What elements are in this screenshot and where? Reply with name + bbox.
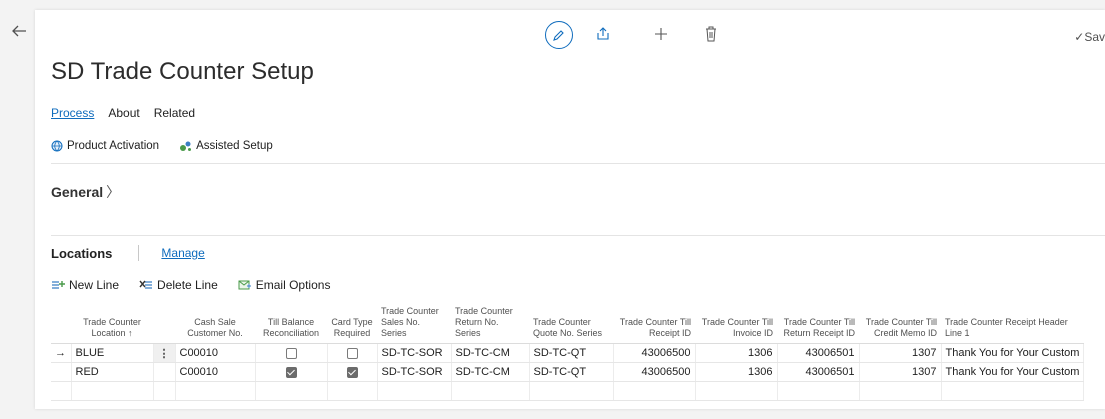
manage-link[interactable]: Manage xyxy=(161,246,204,260)
receipt-id-cell[interactable]: 43006500 xyxy=(613,343,696,363)
delete-line-button[interactable]: Delete Line xyxy=(139,278,218,292)
email-options-icon xyxy=(238,280,251,290)
quote-series-cell[interactable]: SD-TC-QT xyxy=(529,343,614,363)
card-type-checkbox[interactable] xyxy=(327,362,378,382)
saved-status: ✓Sav xyxy=(1074,30,1105,44)
customer-cell[interactable]: C00010 xyxy=(175,362,256,382)
row-menu-icon[interactable]: ⋮ xyxy=(153,343,176,363)
divider xyxy=(51,163,1105,164)
column-header[interactable]: Trade Counter Return No. Series xyxy=(451,306,529,344)
return-receipt-id-cell[interactable]: 43006501 xyxy=(777,343,860,363)
share-icon[interactable] xyxy=(593,24,613,44)
delete-icon[interactable] xyxy=(701,24,721,44)
chevron-right-icon: 〉 xyxy=(106,184,121,200)
general-label: General xyxy=(51,184,104,200)
header-line-cell[interactable]: Thank You for Your Custom xyxy=(941,343,1085,363)
locations-title: Locations xyxy=(51,245,113,261)
invoice-id-cell[interactable]: 1306 xyxy=(695,362,778,382)
tab-related[interactable]: Related xyxy=(154,106,195,120)
assisted-setup-label: Assisted Setup xyxy=(196,140,273,152)
column-header[interactable]: Trade Counter Till Receipt ID xyxy=(613,306,695,344)
column-header[interactable]: Trade Counter Till Invoice ID xyxy=(695,306,777,344)
checkbox-checked xyxy=(346,366,358,378)
column-header[interactable]: Trade Counter Till Credit Memo ID xyxy=(859,306,941,344)
page-card: ✓Sav SD Trade Counter Setup Process Abou… xyxy=(35,10,1105,409)
invoice-id-cell[interactable]: 1306 xyxy=(695,343,778,363)
new-line-icon xyxy=(52,281,65,289)
locations-header: Locations Manage xyxy=(51,245,205,261)
return-series-cell[interactable]: SD-TC-CM xyxy=(451,343,530,363)
checkbox-checked xyxy=(285,366,297,378)
action-tabs: Process About Related xyxy=(51,106,195,120)
divider xyxy=(51,235,1105,236)
sales-series-cell[interactable]: SD-TC-SOR xyxy=(377,362,452,382)
page-title: SD Trade Counter Setup xyxy=(51,58,314,85)
tab-process[interactable]: Process xyxy=(51,106,94,120)
back-arrow-icon[interactable] xyxy=(8,22,30,44)
email-options-button[interactable]: Email Options xyxy=(238,278,331,292)
delete-line-icon xyxy=(139,280,153,289)
column-header[interactable]: Till Balance Reconciliation xyxy=(255,306,327,344)
wand-icon xyxy=(180,141,192,151)
row-marker-icon xyxy=(51,362,72,382)
column-header[interactable]: Trade Counter Quote No. Series xyxy=(529,306,613,344)
return-series-cell[interactable]: SD-TC-CM xyxy=(451,362,530,382)
globe-icon xyxy=(51,140,63,152)
column-header[interactable]: Cash Sale Customer No. xyxy=(175,306,255,344)
email-options-label: Email Options xyxy=(255,278,331,292)
checkbox-unchecked xyxy=(346,347,358,359)
column-header[interactable]: Trade Counter Location ↑ xyxy=(71,306,153,344)
tab-about[interactable]: About xyxy=(108,106,139,120)
location-cell[interactable]: RED xyxy=(71,362,154,382)
quote-series-cell[interactable]: SD-TC-QT xyxy=(529,362,614,382)
action-bar: Product Activation Assisted Setup xyxy=(51,140,273,152)
locations-action-bar: New Line Delete Line Email Options xyxy=(51,278,330,292)
column-header[interactable]: Trade Counter Sales No. Series xyxy=(377,306,451,344)
till-balance-checkbox[interactable] xyxy=(255,362,328,382)
product-activation-label: Product Activation xyxy=(67,140,160,152)
column-header[interactable]: Trade Counter Receipt Header Line 1 xyxy=(941,306,1084,344)
new-line-button[interactable]: New Line xyxy=(51,278,119,292)
sales-series-cell[interactable]: SD-TC-SOR xyxy=(377,343,452,363)
table-header-row: Trade Counter Location ↑ Cash Sale Custo… xyxy=(51,306,1084,344)
column-header[interactable]: Card Type Required xyxy=(327,306,377,344)
table-row[interactable]: → BLUE ⋮ C00010 SD-TC-SOR SD-TC-CM SD-TC… xyxy=(51,343,1085,363)
table-row[interactable]: RED C00010 SD-TC-SOR SD-TC-CM SD-TC-QT 4… xyxy=(51,362,1085,382)
checkbox-unchecked xyxy=(285,347,297,359)
assisted-setup-button[interactable]: Assisted Setup xyxy=(179,140,273,152)
row-marker-icon: → xyxy=(51,343,72,363)
customer-cell[interactable]: C00010 xyxy=(175,343,256,363)
general-section-header[interactable]: General 〉 xyxy=(51,182,120,202)
location-cell[interactable]: BLUE xyxy=(71,343,154,363)
divider xyxy=(138,245,140,261)
card-type-checkbox[interactable] xyxy=(327,343,378,363)
edit-button[interactable] xyxy=(545,21,573,49)
column-header[interactable]: Trade Counter Till Return Receipt ID xyxy=(777,306,859,344)
pencil-icon xyxy=(553,30,564,41)
credit-memo-id-cell[interactable]: 1307 xyxy=(859,362,942,382)
locations-table: Trade Counter Location ↑ Cash Sale Custo… xyxy=(51,306,1085,401)
receipt-id-cell[interactable]: 43006500 xyxy=(613,362,696,382)
top-toolbar: ✓Sav xyxy=(35,10,1105,60)
delete-line-label: Delete Line xyxy=(157,278,218,292)
return-receipt-id-cell[interactable]: 43006501 xyxy=(777,362,860,382)
header-line-cell[interactable]: Thank You for Your Custom xyxy=(941,362,1085,382)
credit-memo-id-cell[interactable]: 1307 xyxy=(859,343,942,363)
row-menu-icon[interactable] xyxy=(153,362,176,382)
new-line-label: New Line xyxy=(69,278,120,292)
column-header xyxy=(51,306,71,344)
add-icon[interactable] xyxy=(651,24,671,44)
table-row-empty[interactable] xyxy=(51,381,1085,401)
product-activation-button[interactable]: Product Activation xyxy=(51,140,159,152)
column-header xyxy=(153,306,175,344)
till-balance-checkbox[interactable] xyxy=(255,343,328,363)
